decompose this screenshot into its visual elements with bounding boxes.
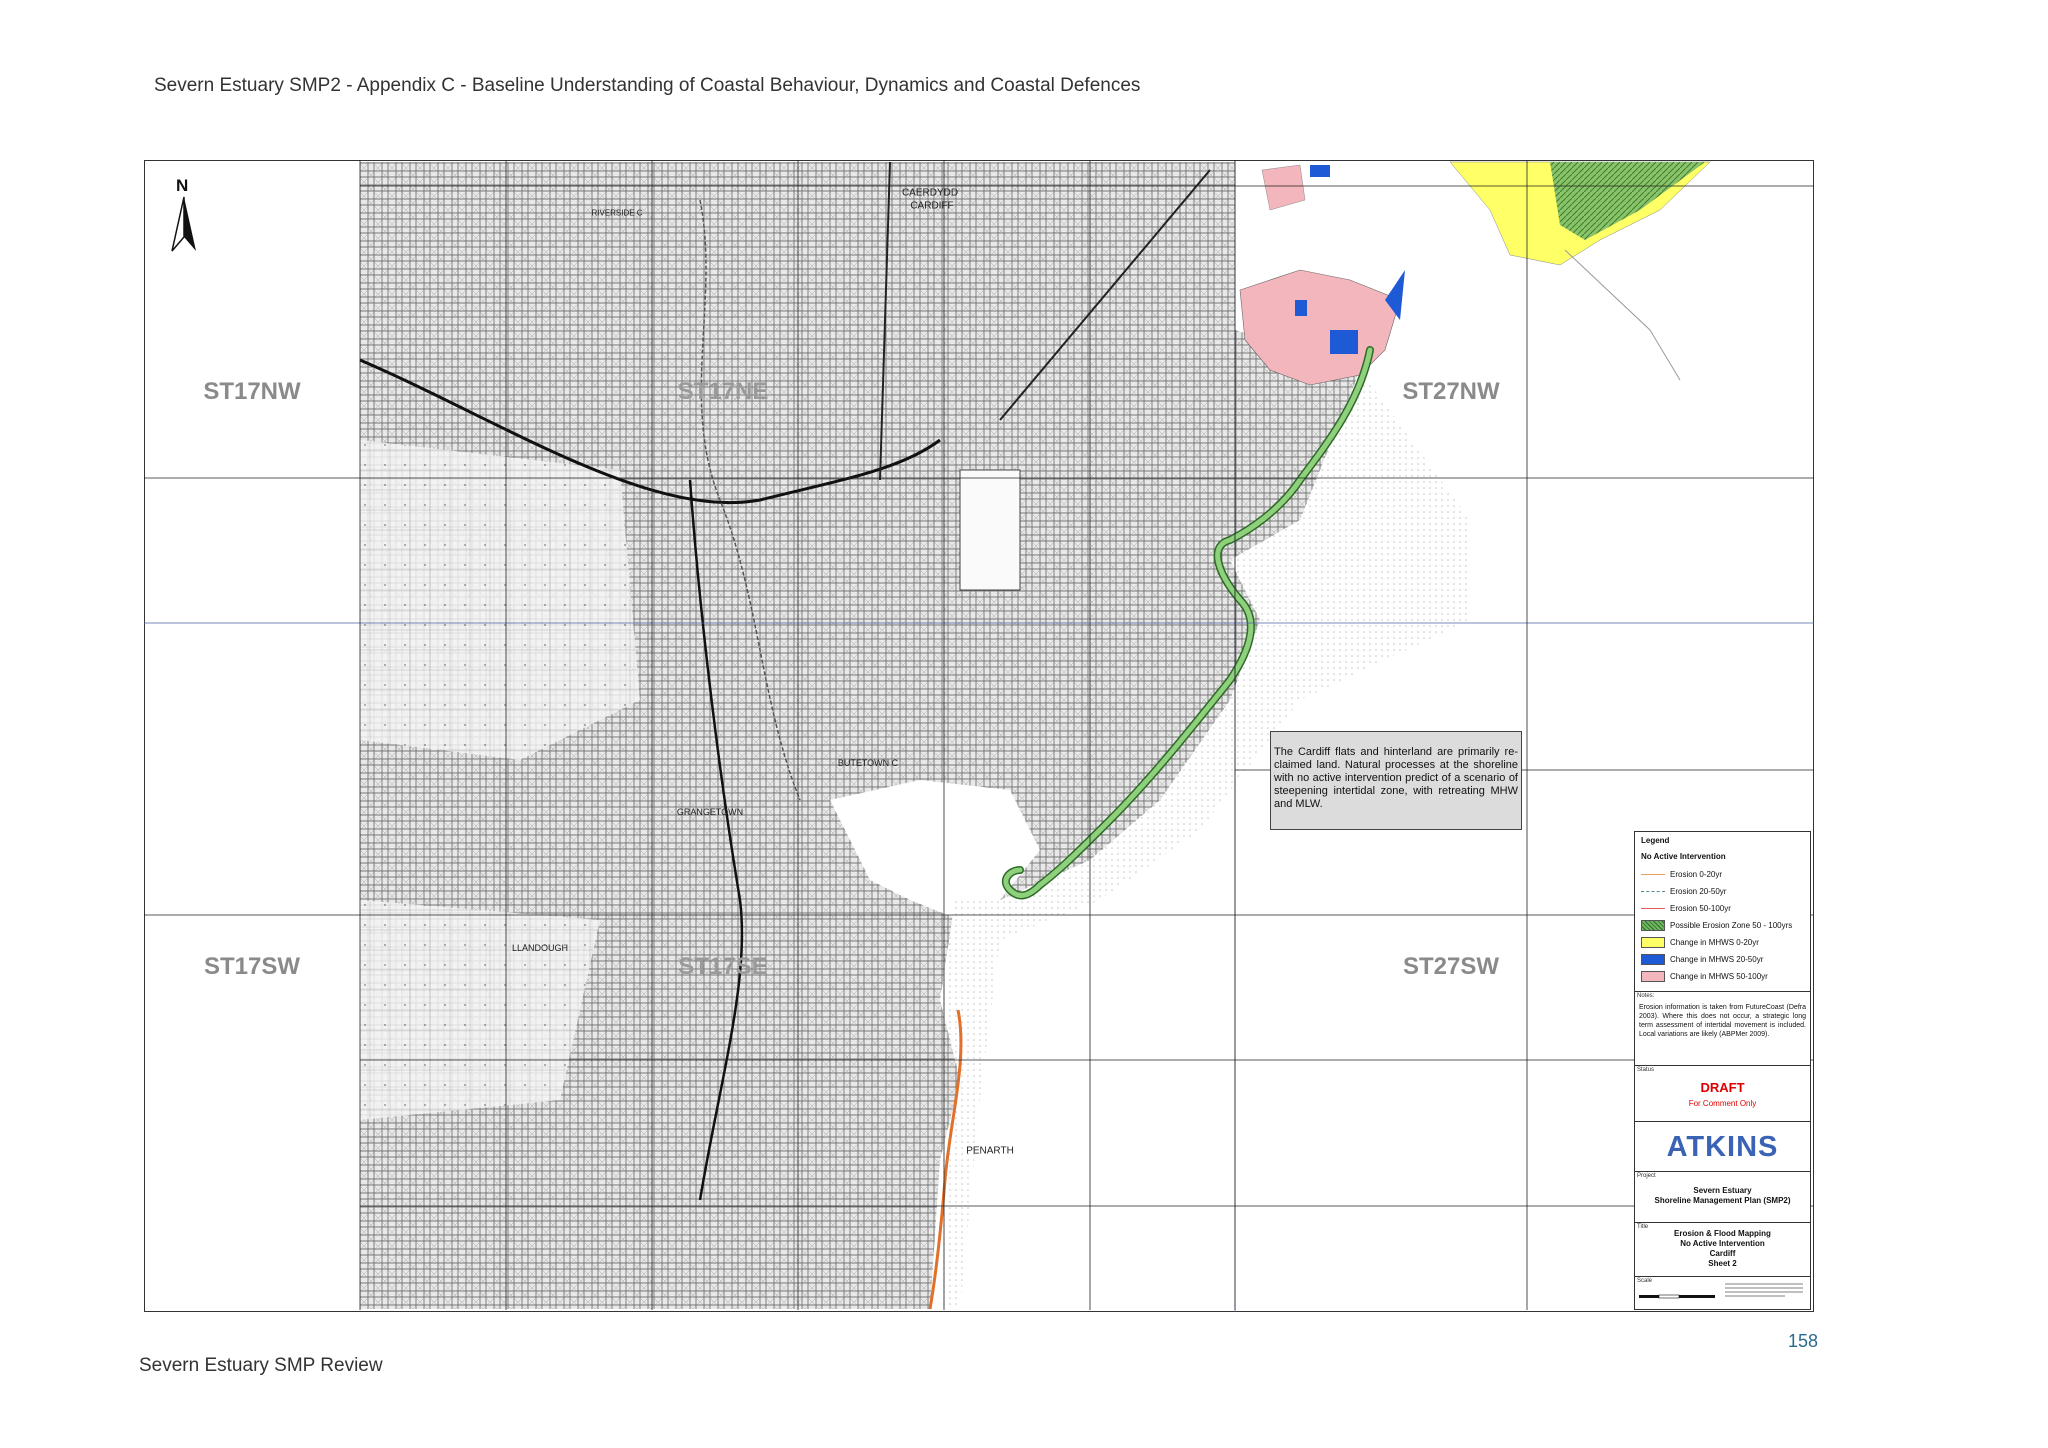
place-label-grangetown: GRANGETOWN [676,807,744,817]
mhws-50-100-top [1261,164,1306,211]
notes-panel: Notes: Erosion information is taken from… [1635,992,1810,1066]
grid-label-st17ne: ST17NE [677,378,769,405]
mhws-20-50-docks-2 [1295,300,1307,316]
legend-item: Possible Erosion Zone 50 - 100yrs [1641,917,1804,934]
draft-status: DRAFT [1700,1080,1745,1095]
legend-label: Possible Erosion Zone 50 - 100yrs [1670,921,1793,930]
legend-subtitle: No Active Intervention [1641,852,1726,861]
project-name-line2: Shoreline Management Plan (SMP2) [1654,1196,1791,1205]
place-label-cardiff: CARDIFF [910,200,954,212]
project-panel: Project Severn Estuary Shoreline Managem… [1635,1172,1810,1223]
grid-label-st17sw: ST17SW [203,953,301,980]
legend-item: Erosion 20-50yr [1641,883,1804,900]
legend-swatch-mhws-20-50 [1641,954,1665,965]
offshore-line [1564,249,1681,381]
grid-label-st17se: ST17SE [678,953,768,980]
draft-status-sub: For Comment Only [1688,1099,1757,1108]
legend-panel: Legend No Active Intervention Erosion 0-… [1635,832,1810,992]
legend-swatch-erosion-zone [1641,920,1665,931]
grid-label-st27nw: ST27NW [1402,378,1500,405]
legend-item: Change in MHWS 20-50yr [1641,951,1804,968]
notes-text: Erosion information is taken from Future… [1639,1004,1806,1038]
status-label: Status [1637,1067,1655,1073]
map-annotation-box: The Cardiff flats and hinterland are pri… [1270,731,1522,830]
drawing-title-line2: No Active Intervention [1680,1239,1765,1248]
erosion-zone-top-right [1550,162,1705,240]
mhws-20-50-top [1310,165,1330,177]
logo-panel: ATKINS [1635,1122,1810,1172]
legend-label: Change in MHWS 50-100yr [1670,972,1768,981]
place-label-riverside: RIVERSIDE C [591,208,643,218]
legend-label: Change in MHWS 20-50yr [1670,955,1764,964]
legend-label: Erosion 0-20yr [1670,870,1723,879]
atkins-logo: ATKINS [1666,1131,1779,1163]
disclaimer-text-block [1725,1283,1803,1297]
place-label-llandough: LLANDOUGH [511,943,569,953]
legend-item: Change in MHWS 0-20yr [1641,934,1804,951]
legend-label: Erosion 20-50yr [1670,887,1727,896]
legend-swatch-erosion-50-100 [1641,908,1665,909]
drawing-title-line4: Sheet 2 [1708,1259,1737,1268]
scale-panel: Scale [1635,1277,1810,1309]
mhws-20-50-docks-1 [1330,330,1358,354]
drawing-title-panel: Title Erosion & Flood Mapping No Active … [1635,1223,1810,1277]
legend-swatch-mhws-50-100 [1641,971,1665,982]
grid-label-st17nw: ST17NW [203,378,301,405]
land-sparse-area [360,440,640,760]
place-label-butetown: BUTETOWN C [837,758,899,768]
dock-area [959,469,1021,591]
place-label-penarth: PENARTH [966,1145,1014,1157]
legend-title: Legend [1641,836,1670,845]
project-label: Project [1637,1173,1656,1179]
place-label-caerdydd: CAERDYDD [901,187,959,199]
drawing-title-line1: Erosion & Flood Mapping [1674,1229,1771,1238]
page-number: 158 [1788,1331,1819,1351]
legend-item: Change in MHWS 50-100yr [1641,968,1804,985]
legend-item: Erosion 0-20yr [1641,866,1804,883]
title-label: Title [1637,1224,1649,1230]
title-block: Legend No Active Intervention Erosion 0-… [1634,831,1811,1310]
legend-item: Erosion 50-100yr [1641,900,1804,917]
scale-label: Scale [1637,1278,1653,1284]
legend-label: Erosion 50-100yr [1670,904,1731,913]
project-name-line1: Severn Estuary [1693,1186,1752,1195]
legend-label: Change in MHWS 0-20yr [1670,938,1759,947]
north-arrow-icon [171,196,196,252]
legend-swatch-mhws-0-20 [1641,937,1665,948]
drawing-title-line3: Cardiff [1709,1249,1736,1258]
legend-swatch-erosion-0-20 [1641,874,1665,875]
notes-label: Notes: [1637,993,1655,999]
scale-bar-icon [1639,1294,1715,1299]
legend-swatch-erosion-20-50 [1641,891,1665,892]
page-footer-title: Severn Estuary SMP Review [139,1355,383,1376]
grid-label-st27sw: ST27SW [1402,953,1500,980]
status-panel: Status DRAFT For Comment Only [1635,1066,1810,1122]
